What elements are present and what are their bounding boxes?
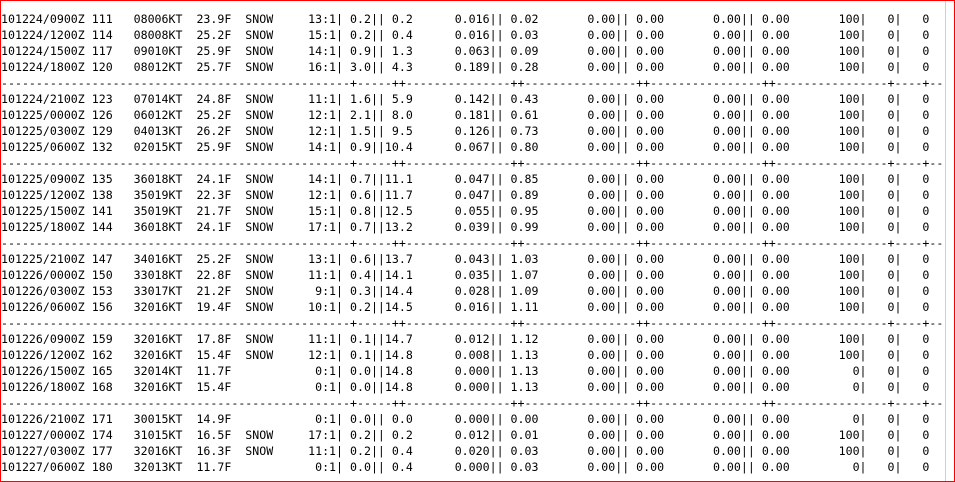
forecast-row: 101225/2100Z 147 34016KT 25.2F SNOW 13:1… xyxy=(1,252,930,266)
group-separator: ----------------------------------------… xyxy=(1,76,955,90)
forecast-row: 101226/1800Z 168 32016KT 15.4F 0:1| 0.0|… xyxy=(1,380,930,394)
forecast-row: 101226/0900Z 159 32016KT 17.8F SNOW 11:1… xyxy=(1,332,930,346)
forecast-row: 101225/0600Z 132 02015KT 25.9F SNOW 14:1… xyxy=(1,140,930,154)
forecast-row: 101226/1200Z 162 32016KT 15.4F SNOW 12:1… xyxy=(1,348,930,362)
forecast-row: 101225/1800Z 144 36018KT 24.1F SNOW 17:1… xyxy=(1,220,930,234)
forecast-row: 101224/1800Z 120 08012KT 25.7F SNOW 16:1… xyxy=(1,60,930,74)
group-separator: ----------------------------------------… xyxy=(1,236,955,250)
forecast-row: 101226/0300Z 153 33017KT 21.2F SNOW 9:1|… xyxy=(1,284,930,298)
forecast-row: 101224/0900Z 111 08006KT 23.9F SNOW 13:1… xyxy=(1,12,930,26)
forecast-row: 101225/0300Z 129 04013KT 26.2F SNOW 12:1… xyxy=(1,124,930,138)
text-viewer-window: 101224/0900Z 111 08006KT 23.9F SNOW 13:1… xyxy=(0,0,955,482)
forecast-row: 101226/0600Z 156 32016KT 19.4F SNOW 10:1… xyxy=(1,300,930,314)
forecast-row: 101227/0300Z 177 32016KT 16.3F SNOW 11:1… xyxy=(1,444,930,458)
forecast-row: 101225/1200Z 138 35019KT 22.3F SNOW 12:1… xyxy=(1,188,930,202)
forecast-row: 101225/1500Z 141 35019KT 21.7F SNOW 15:1… xyxy=(1,204,930,218)
group-separator: ----------------------------------------… xyxy=(1,156,955,170)
forecast-row: 101227/0000Z 174 31015KT 16.5F SNOW 17:1… xyxy=(1,428,930,442)
forecast-row: 101227/0600Z 180 32013KT 11.7F 0:1| 0.0|… xyxy=(1,460,930,474)
forecast-row: 101226/2100Z 171 30015KT 14.9F 0:1| 0.0|… xyxy=(1,412,930,426)
forecast-row: 101224/1500Z 117 09010KT 25.9F SNOW 14:1… xyxy=(1,44,930,58)
forecast-row: 101225/0000Z 126 06012KT 25.2F SNOW 12:1… xyxy=(1,108,930,122)
forecast-row: 101224/2100Z 123 07014KT 24.8F SNOW 11:1… xyxy=(1,92,930,106)
forecast-row: 101224/1200Z 114 08008KT 25.2F SNOW 15:1… xyxy=(1,28,930,42)
vertical-scrollbar[interactable] xyxy=(945,1,954,481)
forecast-row: 101225/0900Z 135 36018KT 24.1F SNOW 14:1… xyxy=(1,172,930,186)
forecast-row: 101226/0000Z 150 33018KT 22.8F SNOW 11:1… xyxy=(1,268,930,282)
group-separator: ----------------------------------------… xyxy=(1,396,955,410)
group-separator: ----------------------------------------… xyxy=(1,316,955,330)
forecast-row: 101226/1500Z 165 32014KT 11.7F 0:1| 0.0|… xyxy=(1,364,930,378)
forecast-text-block: 101224/0900Z 111 08006KT 23.9F SNOW 13:1… xyxy=(1,11,955,475)
